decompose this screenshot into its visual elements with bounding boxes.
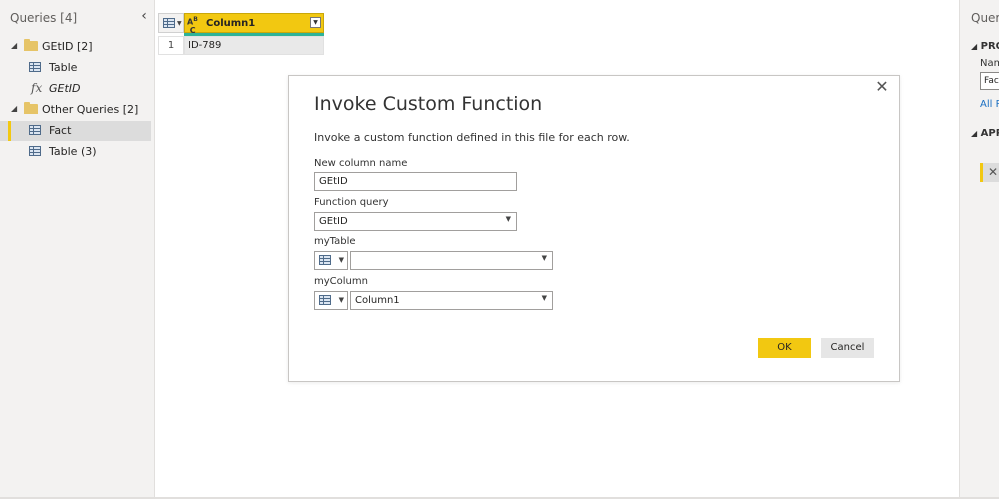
queries-pane: Queries [4] ‹ ◢ GEtID [2] Table fx GEtID… — [0, 0, 155, 499]
text-type-icon[interactable]: AB C — [187, 16, 198, 35]
expand-arrow-icon[interactable]: ◢ — [11, 41, 17, 50]
query-group-other[interactable]: ◢ Other Queries [2] — [0, 100, 151, 120]
my-column-label: myColumn — [314, 276, 368, 287]
folder-icon — [24, 102, 38, 114]
my-column-select[interactable]: Column1 ▼ — [350, 291, 553, 310]
my-table-select[interactable]: ▼ — [350, 251, 553, 270]
all-properties-link[interactable]: All P — [980, 99, 999, 110]
row-number: 1 — [158, 36, 184, 55]
my-table-label: myTable — [314, 236, 356, 247]
column-header[interactable]: AB C Column1 ▼ — [184, 13, 324, 35]
properties-section-header[interactable]: ◢ PRO — [971, 41, 999, 52]
queries-pane-title: Queries [4] — [10, 11, 78, 25]
query-item-fact[interactable]: Fact — [0, 121, 151, 141]
properties-section-label: PRO — [980, 41, 999, 52]
collapse-pane-icon[interactable]: ‹ — [137, 9, 151, 23]
chevron-down-icon: ▼ — [541, 294, 547, 302]
applied-steps-section-label: APP — [980, 128, 999, 139]
query-settings-title: Query — [971, 11, 999, 25]
collapse-arrow-icon: ◢ — [971, 129, 978, 138]
chevron-down-icon: ▼ — [338, 296, 344, 304]
applied-steps-section-header[interactable]: ◢ APP — [971, 128, 999, 139]
query-group-getid[interactable]: ◢ GEtID [2] — [0, 37, 151, 57]
table-icon — [29, 125, 41, 135]
folder-icon — [24, 39, 38, 51]
column-name: Column1 — [206, 18, 256, 29]
my-column-type-picker[interactable]: ▼ — [314, 291, 348, 310]
function-query-label: Function query — [314, 197, 389, 208]
table-icon — [29, 62, 41, 72]
dialog-title: Invoke Custom Function — [314, 93, 543, 115]
filter-dropdown-icon[interactable]: ▼ — [310, 17, 321, 28]
function-query-value: GEtID — [319, 216, 348, 227]
collapse-arrow-icon: ◢ — [971, 42, 978, 51]
query-group-label: Other Queries [2] — [42, 103, 139, 116]
function-query-select[interactable]: GEtID ▼ — [314, 212, 517, 231]
close-icon[interactable]: ✕ — [874, 79, 890, 95]
table-icon — [163, 18, 175, 28]
ok-button[interactable]: OK — [758, 338, 811, 358]
query-item-label: Table (3) — [49, 145, 97, 158]
query-item-label: GEtID — [49, 82, 81, 95]
dialog-description: Invoke a custom function defined in this… — [314, 131, 630, 144]
invoke-custom-function-dialog: ✕ Invoke Custom Function Invoke a custom… — [288, 75, 900, 382]
expand-arrow-icon[interactable]: ◢ — [11, 104, 17, 113]
query-item-table[interactable]: Table — [0, 58, 151, 78]
delete-step-icon[interactable]: ✕ — [988, 165, 998, 179]
query-item-getid-function[interactable]: fx GEtID — [0, 79, 151, 99]
table-icon — [319, 255, 331, 265]
chevron-down-icon: ▼ — [505, 215, 511, 223]
table-icon — [29, 146, 41, 156]
cancel-button[interactable]: Cancel — [821, 338, 874, 358]
new-column-name-input[interactable]: GEtID — [314, 172, 517, 191]
data-grid: ▼ AB C Column1 ▼ 1 ID-789 — [158, 13, 324, 55]
query-name-input[interactable]: Fac — [980, 72, 999, 90]
query-item-table-3[interactable]: Table (3) — [0, 142, 151, 162]
query-item-label: Fact — [49, 124, 72, 137]
applied-step-item[interactable]: ✕ — [980, 163, 999, 182]
table-icon — [319, 295, 331, 305]
chevron-down-icon: ▼ — [177, 20, 182, 27]
query-group-label: GEtID [2] — [42, 40, 93, 53]
selection-marker — [8, 121, 11, 141]
chevron-down-icon: ▼ — [541, 254, 547, 262]
function-icon: fx — [31, 81, 43, 95]
name-label: Nam — [980, 58, 999, 69]
table-menu-button[interactable]: ▼ — [158, 13, 184, 33]
query-item-label: Table — [49, 61, 78, 74]
query-settings-pane: Query ◢ PRO Nam Fac All P ◢ APP ✕ — [959, 0, 999, 499]
my-column-value: Column1 — [355, 295, 400, 306]
new-column-name-label: New column name — [314, 158, 408, 169]
table-cell[interactable]: ID-789 — [184, 36, 324, 55]
chevron-down-icon: ▼ — [338, 256, 344, 264]
my-table-type-picker[interactable]: ▼ — [314, 251, 348, 270]
